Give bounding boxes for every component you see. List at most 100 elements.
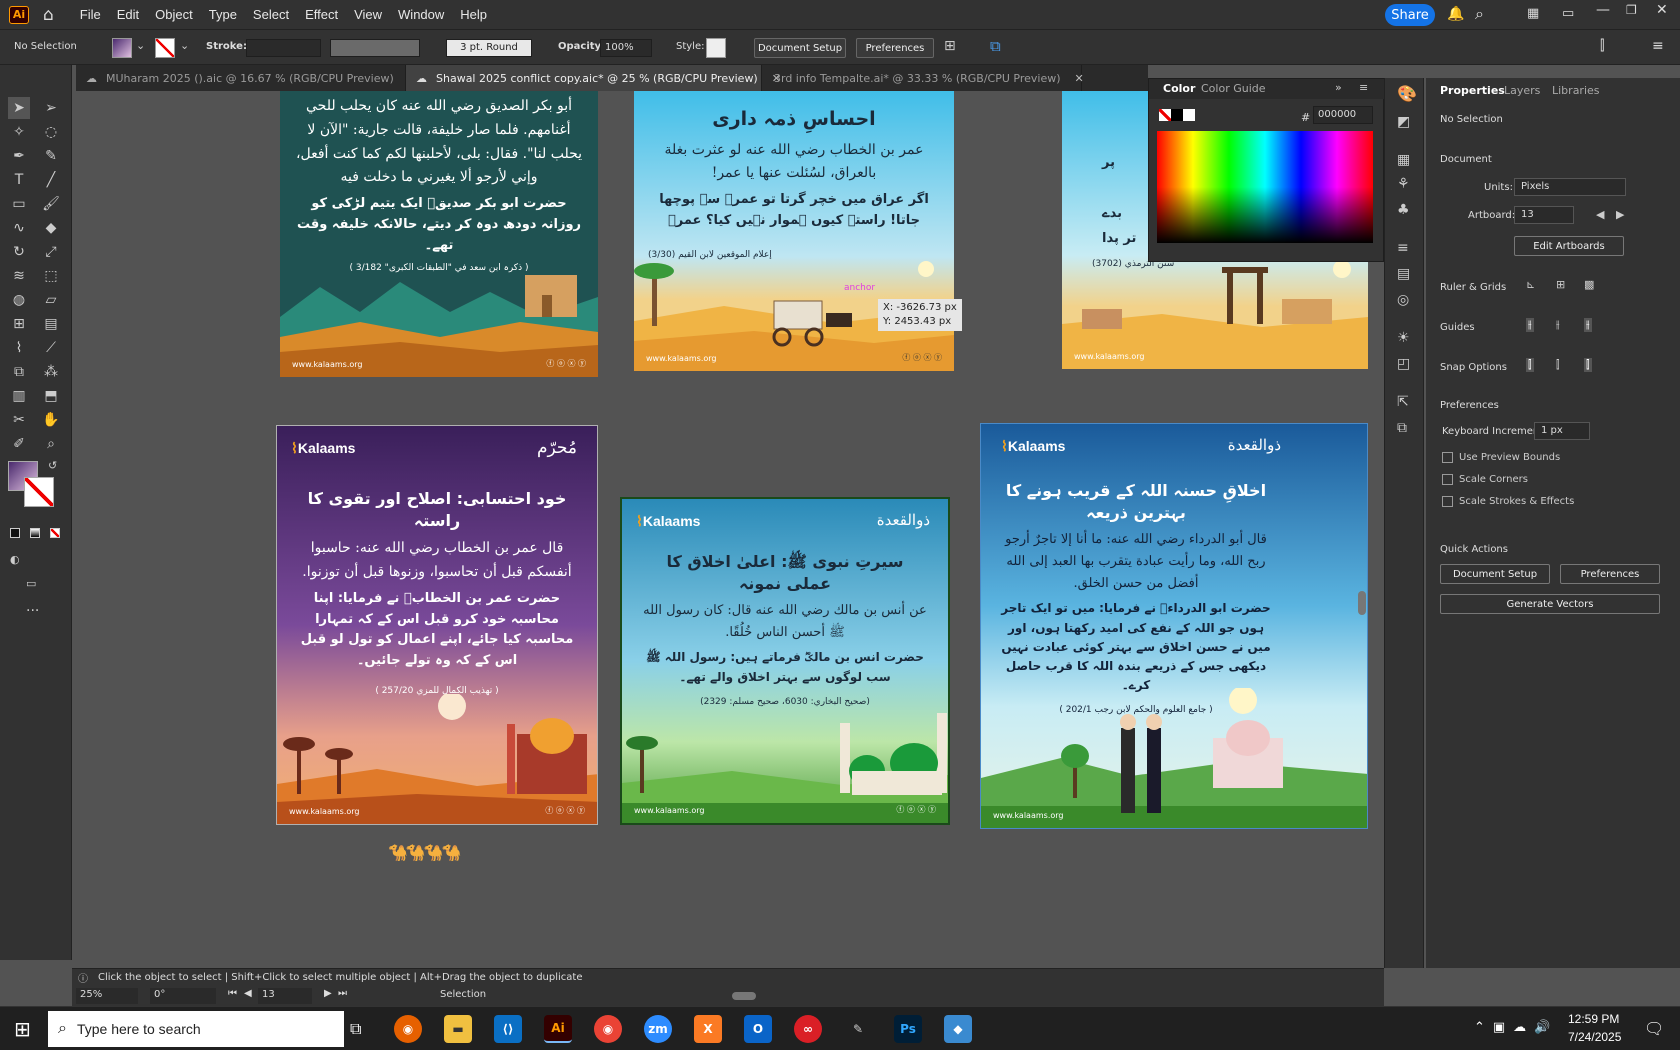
tab-libraries[interactable]: Libraries	[1552, 84, 1600, 97]
swatches-icon[interactable]: ▦	[1397, 152, 1410, 168]
color-mode-icon[interactable]	[10, 528, 20, 538]
white-swatch[interactable]	[1183, 109, 1195, 121]
chrome-icon[interactable]: ◉	[594, 1015, 622, 1043]
shaper-tool-icon[interactable]: ∿	[8, 217, 30, 239]
graphic-styles-icon[interactable]: ◰	[1397, 356, 1410, 372]
stroke-swatch[interactable]	[155, 38, 175, 58]
paintbrush-tool-icon[interactable]: 🖌	[40, 193, 62, 215]
symbol-sprayer-tool-icon[interactable]: ⁂	[40, 361, 62, 383]
prev-artboard-icon[interactable]: ◀	[244, 988, 252, 999]
none-mode-icon[interactable]	[50, 528, 60, 538]
stroke-panel-icon[interactable]: ≡	[1397, 240, 1409, 256]
appearance-icon[interactable]: ☀	[1397, 330, 1410, 346]
artboards-panel-icon[interactable]: ⧉	[1397, 420, 1407, 436]
more-tools-icon[interactable]: ···	[26, 603, 39, 619]
scale-corners-checkbox[interactable]: Scale Corners	[1442, 474, 1528, 485]
fill-swatch[interactable]	[112, 38, 132, 58]
transparency-icon[interactable]: ◎	[1397, 292, 1409, 308]
column-graph-tool-icon[interactable]: ▥	[8, 385, 30, 407]
none-swatch[interactable]	[1159, 109, 1171, 121]
opacity-input[interactable]: 100%	[600, 39, 652, 57]
use-preview-bounds-checkbox[interactable]: Use Preview Bounds	[1442, 452, 1560, 463]
scale-tool-icon[interactable]: ⤢	[40, 241, 62, 263]
artboard-tool-icon[interactable]: ⬒	[40, 385, 62, 407]
tab-shawal[interactable]: ☁ Shawal 2025 conflict copy.aic* @ 25 % (…	[406, 65, 781, 91]
symbols-icon[interactable]: ♣	[1397, 202, 1410, 218]
illustrator-taskbar-icon[interactable]: Ai	[544, 1015, 572, 1043]
horizontal-scrollbar[interactable]	[732, 992, 756, 1000]
minimize-icon[interactable]: —	[1596, 2, 1610, 18]
edit-artboards-button[interactable]: Edit Artboards	[1514, 236, 1624, 256]
hand-tool-icon[interactable]: ✋	[40, 409, 62, 431]
units-select[interactable]: Pixels	[1514, 178, 1626, 196]
photoshop-icon[interactable]: Ps	[894, 1015, 922, 1043]
export-icon[interactable]: ⇱	[1397, 394, 1409, 410]
edit-toolbar-icon[interactable]: ✐	[8, 433, 30, 455]
screen-mode-icon[interactable]: ▭	[26, 577, 36, 590]
next-artboard-icon[interactable]: ▶	[324, 988, 332, 999]
chevron-down-icon[interactable]: ⌄	[180, 39, 189, 52]
zoom-tool-icon[interactable]: ⌕	[40, 433, 62, 455]
color-panel-icon[interactable]: 🎨	[1397, 84, 1417, 103]
workspace-icon[interactable]: ▦	[1527, 6, 1539, 21]
close-icon[interactable]: ✕	[1656, 2, 1668, 18]
free-transform-tool-icon[interactable]: ⬚	[40, 265, 62, 287]
mesh-tool-icon[interactable]: ⊞	[8, 313, 30, 335]
blend-tool-icon[interactable]: ⧉	[8, 361, 30, 383]
outlook-icon[interactable]: O	[744, 1015, 772, 1043]
gradient-mode-icon[interactable]	[30, 528, 40, 538]
ruler-icon[interactable]: ⊾	[1526, 278, 1535, 291]
task-view-icon[interactable]: ⧉	[350, 1019, 361, 1039]
brush-definition[interactable]: 3 pt. Round	[446, 39, 532, 57]
panel-collapse-icon[interactable]: »	[1335, 81, 1342, 94]
eyedropper-tool-icon[interactable]: ⌇	[8, 337, 30, 359]
home-icon[interactable]: ⌂	[43, 5, 54, 25]
arrange-icon[interactable]: ⫿	[1600, 38, 1604, 54]
transparency-grid-icon[interactable]: ▩	[1584, 278, 1594, 291]
zoom-icon[interactable]: zm	[644, 1015, 672, 1043]
selection-tool-icon[interactable]: ➤	[8, 97, 30, 119]
menu-icon[interactable]: ≡	[1652, 38, 1664, 54]
menu-help[interactable]: Help	[452, 7, 495, 22]
menu-window[interactable]: Window	[390, 7, 452, 22]
preferences-button[interactable]: Preferences	[856, 38, 934, 58]
gradient-tool-icon[interactable]: ▤	[40, 313, 62, 335]
show-guides-icon[interactable]: ⫲	[1526, 318, 1534, 332]
perspective-grid-tool-icon[interactable]: ▱	[40, 289, 62, 311]
tab-properties[interactable]: Properties	[1440, 84, 1505, 97]
magic-wand-tool-icon[interactable]: ✧	[8, 121, 30, 143]
variable-width-profile[interactable]	[330, 39, 420, 57]
tab-layers[interactable]: Layers	[1504, 84, 1540, 97]
document-setup-button[interactable]: Document Setup	[754, 38, 846, 58]
snap-pixel-icon[interactable]: ⫿	[1584, 358, 1592, 372]
document-setup-button[interactable]: Document Setup	[1440, 564, 1550, 584]
align-icon[interactable]: ⊞	[944, 38, 956, 54]
creative-cloud-icon[interactable]: ∞	[794, 1015, 822, 1043]
tab-color-guide[interactable]: Color Guide	[1201, 82, 1266, 95]
panel-menu-icon[interactable]: ≡	[1359, 81, 1368, 94]
panel-icon[interactable]: ▭	[1562, 6, 1574, 21]
taskbar-search[interactable]: ⌕ Type here to search	[48, 1011, 344, 1047]
type-tool-icon[interactable]: T	[8, 169, 30, 191]
canvas-scrollbar[interactable]	[1358, 591, 1366, 615]
slice-tool-icon[interactable]: ✂	[8, 409, 30, 431]
chevron-down-icon[interactable]: ⌄	[136, 39, 145, 52]
eraser-tool-icon[interactable]: ◆	[40, 217, 62, 239]
pen-app-icon[interactable]: ✎	[844, 1015, 872, 1043]
menu-type[interactable]: Type	[201, 7, 245, 22]
bell-icon[interactable]: 🔔	[1447, 6, 1464, 22]
snap-grid-icon[interactable]: ⫿	[1556, 358, 1560, 372]
measure-tool-icon[interactable]: ⟋	[40, 337, 62, 359]
last-artboard-icon[interactable]: ⏭	[338, 988, 347, 999]
tab-color[interactable]: Color	[1163, 82, 1195, 95]
share-button[interactable]: Share	[1385, 4, 1435, 26]
graphic-style-swatch[interactable]	[706, 38, 726, 58]
recolor-icon[interactable]: ◩	[1397, 114, 1410, 130]
artboard-number-input[interactable]: 13	[258, 988, 312, 1004]
menu-edit[interactable]: Edit	[109, 7, 147, 22]
gradient-panel-icon[interactable]: ▤	[1397, 266, 1410, 282]
color-spectrum[interactable]	[1157, 131, 1373, 243]
hex-input[interactable]: 000000	[1313, 106, 1373, 124]
scale-strokes-checkbox[interactable]: Scale Strokes & Effects	[1442, 496, 1574, 507]
stroke-color-box[interactable]	[24, 477, 54, 507]
